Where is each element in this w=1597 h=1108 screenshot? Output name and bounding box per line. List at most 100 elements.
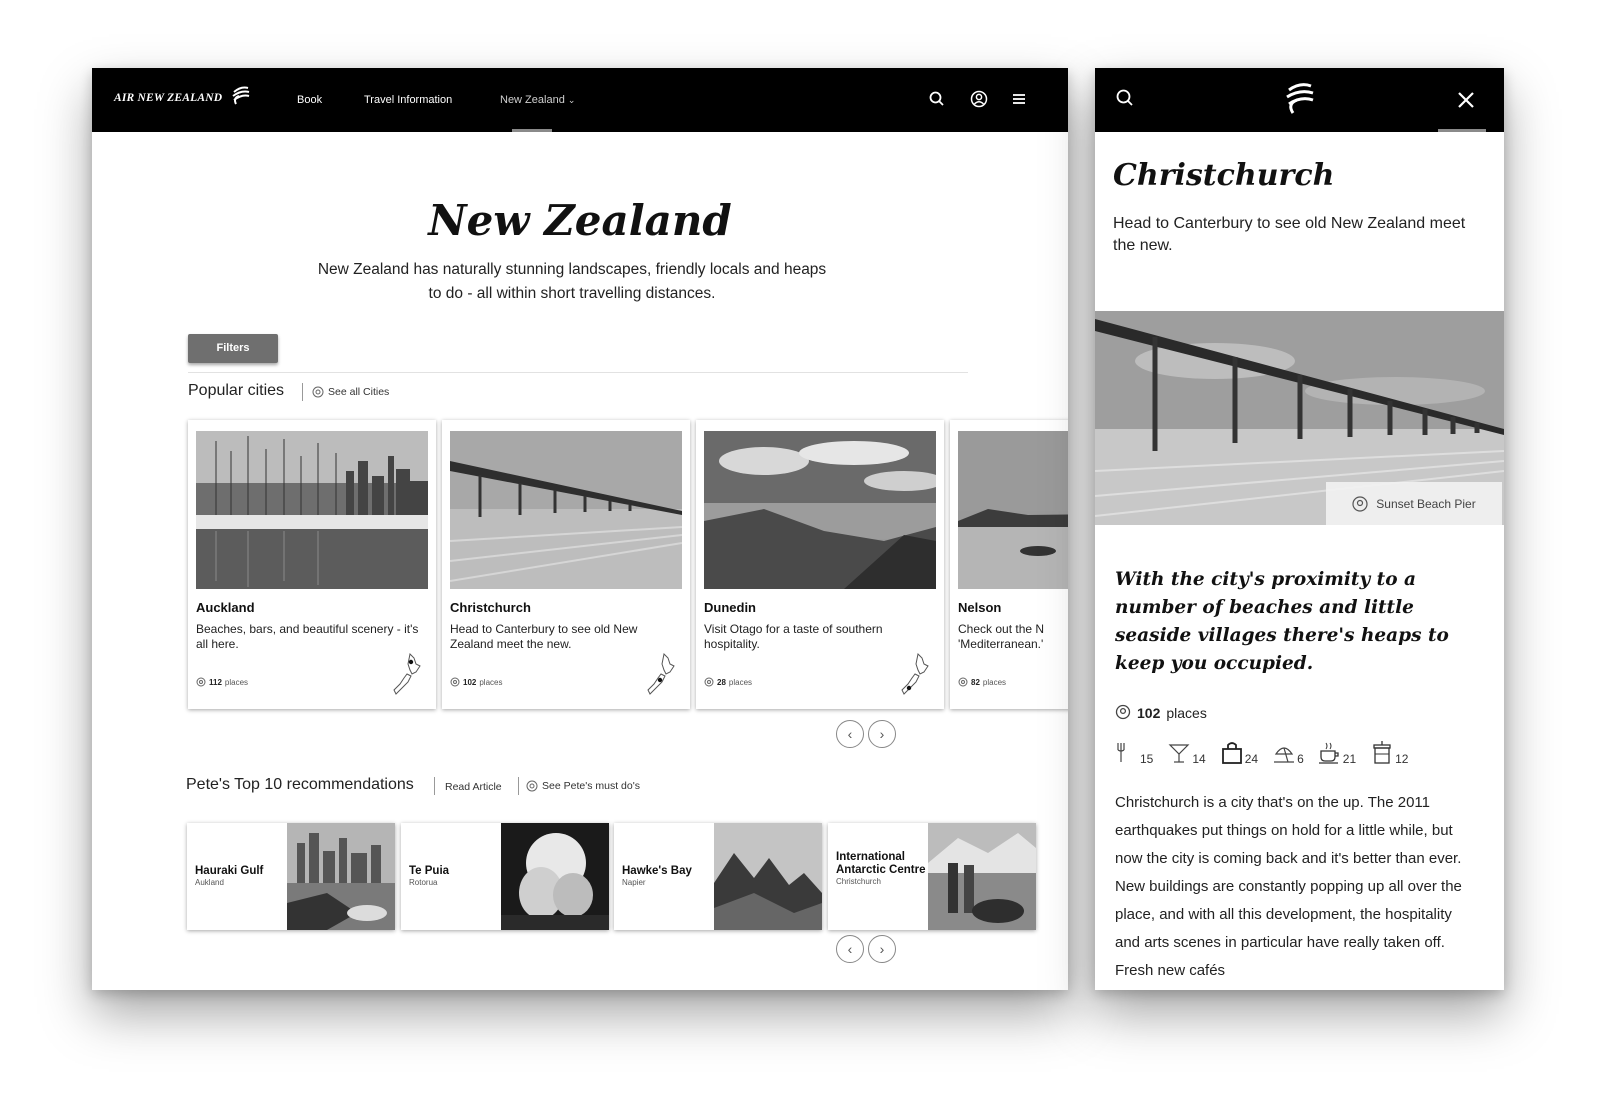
city-description: Visit Otago for a taste of southern hosp…	[704, 622, 883, 651]
cities-carousel-controls: ‹ ›	[836, 720, 896, 748]
nz-map-icon	[647, 652, 675, 695]
coffee-icon	[1318, 742, 1339, 764]
city-places-count: 112 places	[196, 677, 248, 687]
city-name: Christchurch	[450, 600, 531, 615]
hauraki-gulf-photo	[287, 823, 395, 930]
divider	[518, 777, 519, 795]
nav-link-new-zealand-label: New Zealand	[500, 94, 565, 106]
filters-button[interactable]: Filters	[188, 334, 278, 363]
location-pin-icon	[1115, 704, 1131, 720]
image-caption: Sunset Beach Pier	[1326, 482, 1502, 525]
city-card-christchurch[interactable]: Christchurch Head to Canterbury to see o…	[442, 420, 690, 709]
rec-location: Napier	[622, 878, 646, 887]
rec-text: Hawke's Bay Napier	[622, 865, 714, 887]
recommendations-heading: Pete's Top 10 recommendations	[186, 776, 414, 793]
amenity-restaurants[interactable]: 15	[1115, 740, 1153, 766]
city-card-auckland[interactable]: Auckland Beaches, bars, and beautiful sc…	[188, 420, 436, 709]
rec-location: Christchurch	[836, 877, 881, 886]
rec-text: Te Puia Rotorua	[409, 865, 501, 887]
auckland-photo	[196, 431, 428, 589]
city-name: Auckland	[196, 600, 255, 615]
nelson-photo	[958, 431, 1068, 589]
amenity-count: 14	[1192, 752, 1206, 766]
amenity-bars[interactable]: 14	[1167, 740, 1206, 766]
nz-map-icon	[393, 652, 421, 695]
rec-card-hawkes-bay[interactable]: Hawke's Bay Napier	[614, 823, 822, 930]
divider	[188, 372, 968, 373]
places-number: 28	[717, 677, 726, 687]
mobile-page: Christchurch Head to Canterbury to see o…	[1095, 68, 1504, 990]
city-description: Beaches, bars, and beautiful scenery - i…	[196, 622, 419, 651]
city-card-dunedin[interactable]: Dunedin Visit Otago for a taste of south…	[696, 420, 944, 709]
christchurch-pier-photo	[450, 431, 682, 589]
read-article-link[interactable]: Read Article	[445, 781, 502, 793]
amenity-takeaways[interactable]: 12	[1370, 740, 1408, 766]
city-places-count: 82 places	[958, 677, 1006, 687]
amenity-cafes[interactable]: 21	[1318, 740, 1356, 766]
popular-cities-heading: Popular cities	[188, 382, 285, 399]
chevron-left-icon[interactable]: ‹	[836, 935, 864, 963]
see-all-cities-link[interactable]: See all Cities	[312, 386, 389, 398]
divider	[434, 777, 435, 795]
rec-card-hauraki-gulf[interactable]: Hauraki Gulf Aukland	[187, 823, 395, 930]
beach-icon	[1274, 747, 1295, 763]
chevron-down-icon: ⌄	[567, 95, 576, 105]
city-name: Dunedin	[704, 600, 756, 615]
city-title: Christchurch	[1113, 158, 1335, 193]
nav-link-new-zealand[interactable]: New Zealand ⌄	[500, 94, 575, 106]
bar-icon	[1168, 744, 1190, 763]
nav-link-book[interactable]: Book	[297, 94, 322, 106]
city-subtitle: Head to Canterbury to see old New Zealan…	[1113, 215, 1466, 254]
city-body-text: Christchurch is a city that's on the up.…	[1115, 794, 1462, 979]
location-pin-icon	[704, 677, 714, 687]
page-title: New Zealand	[428, 196, 732, 245]
search-icon[interactable]	[928, 90, 946, 108]
active-nav-indicator	[512, 129, 552, 132]
chevron-right-icon[interactable]: ›	[868, 720, 896, 748]
see-must-dos-label: See Pete's must do's	[542, 780, 640, 792]
account-icon[interactable]	[970, 90, 988, 108]
city-description: Head to Canterbury to see old New Zealan…	[450, 622, 638, 651]
restaurant-icon	[1117, 743, 1125, 762]
mobile-nav	[1095, 68, 1504, 132]
places-unit: places	[479, 677, 503, 687]
brand-logo[interactable]: AIR NEW ZEALAND	[114, 92, 222, 104]
chevron-left-icon[interactable]: ‹	[836, 720, 864, 748]
amenity-count: 12	[1395, 752, 1409, 766]
menu-icon[interactable]	[1010, 90, 1028, 108]
shopping-bag-icon	[1221, 742, 1242, 764]
amenity-count: 6	[1297, 752, 1304, 766]
location-pin-icon	[450, 677, 460, 687]
places-unit: places	[982, 677, 1007, 687]
city-card-nelson[interactable]: Nelson Check out the N 'Mediterranean.' …	[950, 420, 1068, 709]
top-nav: AIR NEW ZEALAND Book Travel Information …	[92, 68, 1068, 132]
see-must-dos-link[interactable]: See Pete's must do's	[526, 780, 640, 792]
search-icon[interactable]	[1115, 88, 1135, 108]
places-number: 82	[971, 677, 980, 687]
close-icon[interactable]	[1456, 90, 1476, 110]
amenity-shopping[interactable]: 24	[1220, 740, 1258, 766]
rec-name: Te Puia	[409, 865, 450, 877]
amenities-row: 15 14 24 6 21 12	[1115, 740, 1422, 766]
city-name: Nelson	[958, 600, 1002, 615]
rec-text: International Antarctic Centre Christchu…	[836, 851, 928, 886]
page-subtitle: New Zealand has naturally stunning lands…	[317, 261, 827, 302]
rec-card-te-puia[interactable]: Te Puia Rotorua	[401, 823, 609, 930]
hawkes-bay-photo	[714, 823, 822, 930]
rec-card-international-antarctic-centre[interactable]: International Antarctic Centre Christchu…	[828, 823, 1036, 930]
places-unit: places	[224, 677, 249, 687]
places-count: 102 places	[1115, 704, 1207, 722]
places-number: 112	[209, 677, 222, 687]
recommendations-carousel-controls: ‹ ›	[836, 935, 896, 963]
nav-link-travel-information[interactable]: Travel Information	[364, 94, 452, 106]
rec-name: International Antarctic Centre	[836, 851, 926, 876]
city-description: Check out the N 'Mediterranean.'	[958, 622, 1045, 651]
active-indicator	[1438, 129, 1486, 132]
amenity-beaches[interactable]: 6	[1272, 740, 1304, 766]
chevron-right-icon[interactable]: ›	[868, 935, 896, 963]
city-places-count: 102 places	[450, 677, 502, 687]
koru-logo-icon[interactable]	[1283, 80, 1317, 118]
desktop-page: AIR NEW ZEALAND Book Travel Information …	[92, 68, 1068, 990]
rec-name: Hauraki Gulf	[195, 865, 264, 877]
location-pin-icon	[958, 677, 968, 687]
